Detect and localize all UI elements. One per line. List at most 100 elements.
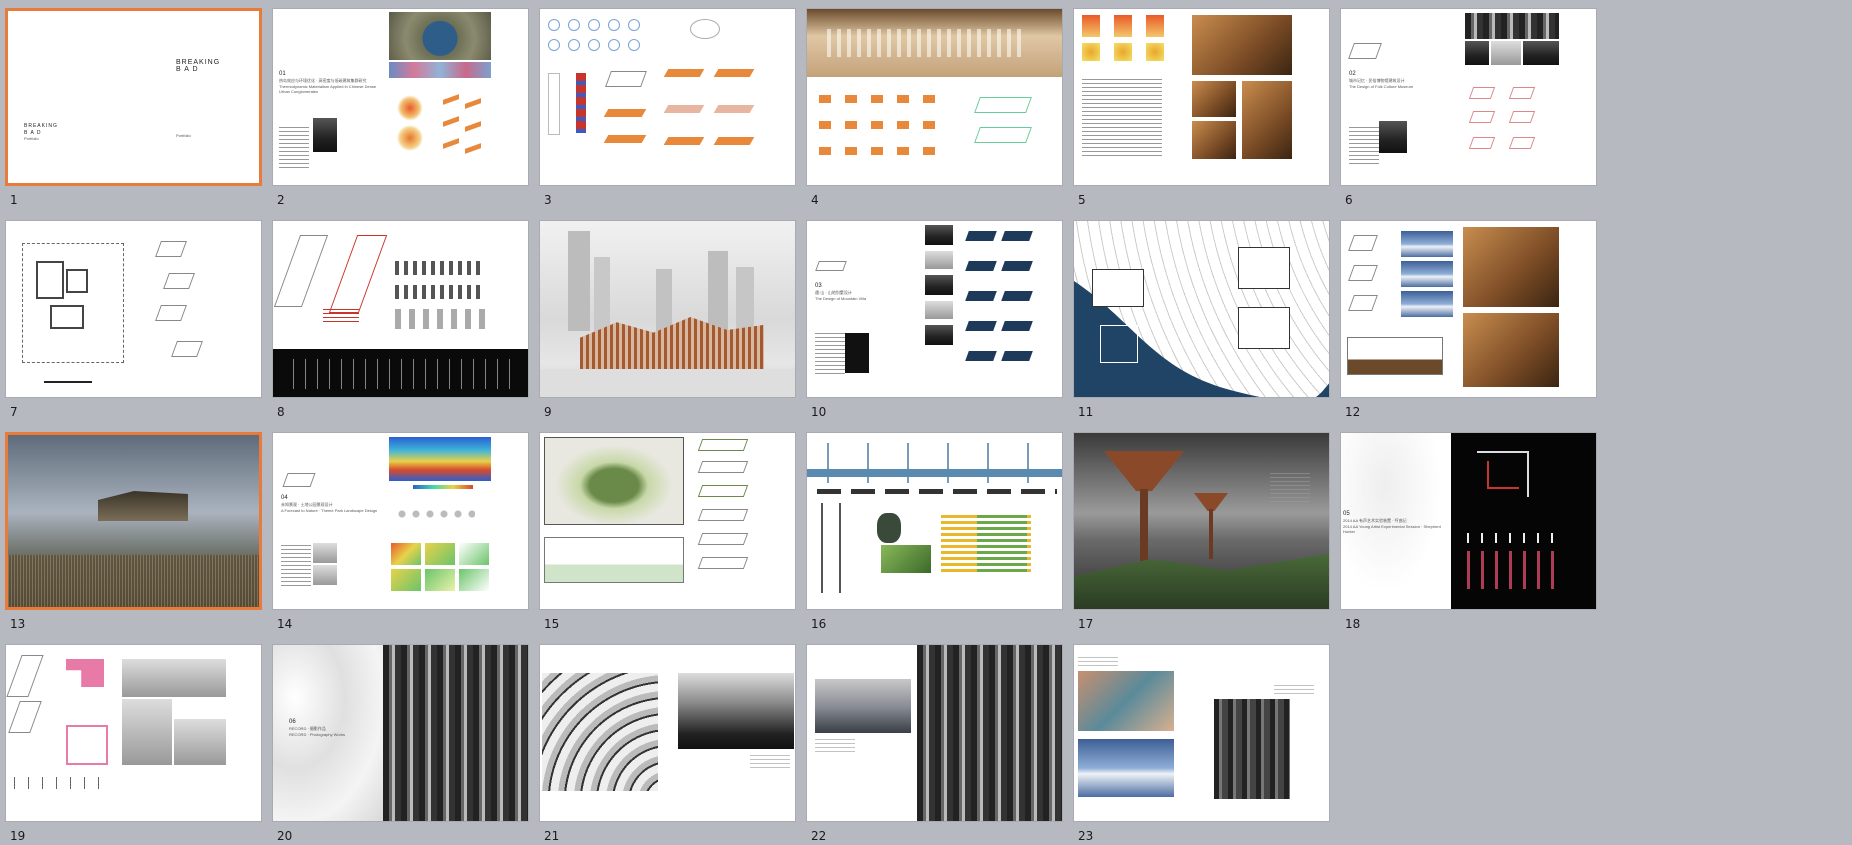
- slide-number-11: 11: [1078, 405, 1094, 419]
- master-plan: [544, 437, 684, 525]
- slide-thumbnail-21[interactable]: [539, 644, 796, 822]
- label-bar: [817, 489, 1057, 494]
- slide-thumbnail-11[interactable]: [1073, 220, 1330, 398]
- render-photo: [1401, 291, 1453, 317]
- body-text: [281, 545, 311, 589]
- section-title-cn: 城市记忆 · 民俗博物馆建筑设计: [1349, 78, 1405, 83]
- photo: [925, 275, 953, 295]
- axon-diagram: [974, 97, 1032, 113]
- slide-number-18: 18: [1345, 617, 1361, 631]
- thermal-image: [1114, 15, 1132, 37]
- section-title-en: A Forecast to Nature · Theme Park Landsc…: [281, 508, 378, 513]
- slide-number-7: 7: [10, 405, 18, 419]
- axon-diagram: [1508, 111, 1536, 123]
- slide-thumbnail-18[interactable]: 05 2014 AA 有声艺术实验装置 · 哼曲记 2014 AA Young …: [1340, 432, 1597, 610]
- axon-plan: [603, 109, 647, 117]
- section-elevation: [807, 443, 1062, 483]
- diagram-cell: [897, 121, 909, 129]
- photo: [925, 251, 953, 269]
- slide-thumbnail-16[interactable]: [806, 432, 1063, 610]
- plan-sketch: [6, 655, 44, 697]
- axon-diagram: [171, 341, 203, 357]
- slide-thumbnail-12[interactable]: [1340, 220, 1597, 398]
- loop-diagram-inner: [1487, 461, 1519, 489]
- notation-row: [14, 777, 110, 789]
- section-title-en: The Design of Folk Culture Museum: [1349, 84, 1414, 89]
- section-title-cn: 2014 AA 有声艺术实验装置 · 哼曲记: [1343, 518, 1407, 523]
- chart-bar: [465, 98, 481, 109]
- circle-diagram: [608, 19, 620, 31]
- circle-diagram: [568, 19, 580, 31]
- slide-thumbnail-19[interactable]: [5, 644, 262, 822]
- chart-bar: [443, 138, 459, 149]
- section-title-cn: 未知景观 · 土地公园景观设计: [281, 502, 333, 507]
- tower: [708, 251, 728, 331]
- color-legend-2: [977, 515, 1027, 575]
- axon-diagram: [1348, 265, 1378, 281]
- slide-number-19: 19: [10, 829, 26, 843]
- axon-plan: [663, 69, 705, 77]
- city-photo: [917, 645, 1062, 821]
- diagram-cell: [871, 95, 883, 103]
- process-diagram: [395, 261, 485, 275]
- pictogram-grid: [1467, 551, 1563, 589]
- photo: [1465, 13, 1559, 39]
- fabric-photo: [1078, 671, 1174, 731]
- reeds: [8, 555, 259, 607]
- slide-thumbnail-10[interactable]: 03 遇·山 · 山地别墅设计 The Design of Mountain V…: [806, 220, 1063, 398]
- circle-diagram: [628, 19, 640, 31]
- photo: [845, 333, 869, 373]
- plan-outline: [66, 725, 108, 765]
- site-plan-detail: [66, 269, 88, 293]
- slide-thumbnail-8[interactable]: [272, 220, 529, 398]
- axon-diagram: [697, 509, 749, 521]
- axon-plan: [663, 137, 705, 145]
- installation-photo: [178, 659, 226, 697]
- slide-number-2: 2: [277, 193, 285, 207]
- slide-thumbnail-3[interactable]: [539, 8, 796, 186]
- circle-diagram: [588, 19, 600, 31]
- render-photo: [1401, 231, 1453, 257]
- slide-number-8: 8: [277, 405, 285, 419]
- slide-thumbnail-17[interactable]: [1073, 432, 1330, 610]
- slide-thumbnail-2[interactable]: 01 热岛效应与环境优化 · 高密度与低碳建筑集群研究 Thermodynami…: [272, 8, 529, 186]
- process-diagram: [395, 285, 485, 299]
- slide-thumbnail-5[interactable]: [1073, 8, 1330, 186]
- city-photo-color: [815, 679, 911, 733]
- spiral-photo: [542, 673, 658, 791]
- slide-thumbnail-1[interactable]: BREAKING B A D BREAKING B A D Portfolio …: [5, 8, 262, 186]
- diagram-cell: [845, 147, 857, 155]
- slide-thumbnail-23[interactable]: [1073, 644, 1330, 822]
- section-number: 03: [815, 283, 822, 289]
- slide-thumbnail-20[interactable]: 06 RECORD · 摄影作品 RECORD · Photography Wo…: [272, 644, 529, 822]
- section-title-en: The Design of Mountain Villa: [815, 296, 867, 301]
- diagram-lines: [1082, 79, 1162, 159]
- model-detail: [827, 29, 1027, 57]
- model-photo: [1242, 81, 1292, 159]
- slide-thumbnail-9[interactable]: [539, 220, 796, 398]
- slide-number-4: 4: [811, 193, 819, 207]
- axon-diagram: [1468, 111, 1496, 123]
- photo: [1379, 121, 1407, 153]
- axon-diagram: [1468, 87, 1496, 99]
- thermal-image: [1114, 43, 1132, 61]
- slide-thumbnail-15[interactable]: [539, 432, 796, 610]
- slide-thumbnail-22[interactable]: [806, 644, 1063, 822]
- color-scale: [413, 485, 473, 489]
- diagram-cell: [897, 147, 909, 155]
- tower: [736, 267, 754, 331]
- slide-thumbnail-13[interactable]: [5, 432, 262, 610]
- aerial-map: [389, 12, 491, 60]
- slide-thumbnail-14[interactable]: 04 未知景观 · 土地公园景观设计 A Forecast to Nature …: [272, 432, 529, 610]
- scale-bar: [44, 381, 92, 383]
- slide-number-20: 20: [277, 829, 293, 843]
- thermal-image: [1082, 15, 1100, 37]
- slide-thumbnail-7[interactable]: [5, 220, 262, 398]
- slide-number-14: 14: [277, 617, 293, 631]
- slide-thumbnail-4[interactable]: [806, 8, 1063, 186]
- section-number: 02: [1349, 71, 1356, 77]
- slide-thumbnail-6[interactable]: 02 城市记忆 · 民俗博物馆建筑设计 The Design of Folk C…: [1340, 8, 1597, 186]
- funnel-stem: [1140, 489, 1148, 569]
- section-number: 04: [281, 495, 288, 501]
- axon-plan: [663, 105, 705, 113]
